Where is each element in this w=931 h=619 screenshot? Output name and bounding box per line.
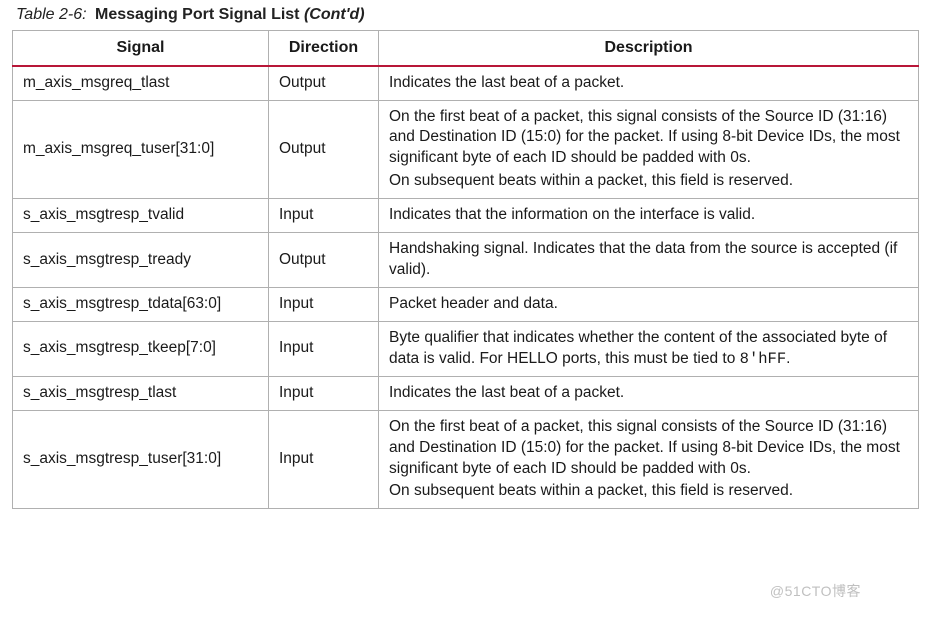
page: Table 2-6: Messaging Port Signal List (C… [0,0,931,521]
cell-description: Indicates that the information on the in… [379,199,919,233]
table-row: s_axis_msgtresp_tdata[63:0]Input Packet h… [13,287,919,321]
signal-table: Signal Direction Description m_axis_msgr… [12,30,919,509]
table-row: s_axis_msgtresp_tkeep[7:0]InputByte qual… [13,321,919,376]
cell-description: Byte qualifier that indicates whether th… [379,321,919,376]
table-row: s_axis_msgtresp_tlastInput Indicates the … [13,376,919,410]
cell-direction: Output [269,100,379,199]
description-paragraph: On subsequent beats within a packet, thi… [389,481,908,502]
description-paragraph: Handshaking signal. Indicates that the d… [389,239,908,281]
cell-description: On the first beat of a packet, this sign… [379,410,919,509]
description-paragraph: On the first beat of a packet, this sign… [389,107,908,170]
table-body: m_axis_msgreq_tlastOutputIndicates the l… [13,66,919,509]
header-description: Description [379,31,919,66]
description-paragraph: Indicates the last beat of a packet. [389,73,908,94]
code-literal: 8'hFF [740,350,787,368]
table-row: s_axis_msgtresp_tuser[31:0]InputOn the f… [13,410,919,509]
table-contd: (Cont'd) [304,6,365,23]
description-paragraph: Packet header and data. [389,294,908,315]
cell-signal: s_axis_msgtresp_tkeep[7:0] [13,321,269,376]
table-row: s_axis_msgtresp_tvalidInput Indicates tha… [13,199,919,233]
table-label: Table 2-6: [16,6,87,23]
table-header-row: Signal Direction Description [13,31,919,66]
table-title: Messaging Port Signal List [95,6,299,23]
table-row: m_axis_msgreq_tlastOutput Indicates the l… [13,66,919,100]
cell-direction: Input [269,410,379,509]
description-paragraph: On subsequent beats within a packet, thi… [389,171,908,192]
cell-direction: Input [269,376,379,410]
cell-direction: Input [269,321,379,376]
table-caption: Table 2-6: Messaging Port Signal List (C… [16,6,919,24]
table-row: m_axis_msgreq_tuser[31:0]OutputOn the fi… [13,100,919,199]
cell-direction: Output [269,233,379,288]
cell-direction: Input [269,287,379,321]
cell-description: Indicates the last beat of a packet. [379,66,919,100]
header-signal: Signal [13,31,269,66]
description-paragraph: Indicates the last beat of a packet. [389,383,908,404]
cell-direction: Output [269,66,379,100]
table-row: s_axis_msgtresp_treadyOutputHandshaking … [13,233,919,288]
cell-signal: s_axis_msgtresp_tdata[63:0] [13,287,269,321]
cell-description: Indicates the last beat of a packet. [379,376,919,410]
cell-direction: Input [269,199,379,233]
cell-signal: m_axis_msgreq_tuser[31:0] [13,100,269,199]
description-paragraph: Indicates that the information on the in… [389,205,908,226]
cell-description: Packet header and data. [379,287,919,321]
cell-signal: s_axis_msgtresp_tvalid [13,199,269,233]
cell-description: On the first beat of a packet, this sign… [379,100,919,199]
cell-description: Handshaking signal. Indicates that the d… [379,233,919,288]
cell-signal: s_axis_msgtresp_tlast [13,376,269,410]
watermark: @51CTO博客 [770,581,861,601]
header-direction: Direction [269,31,379,66]
cell-signal: s_axis_msgtresp_tready [13,233,269,288]
cell-signal: s_axis_msgtresp_tuser[31:0] [13,410,269,509]
cell-signal: m_axis_msgreq_tlast [13,66,269,100]
description-paragraph: Byte qualifier that indicates whether th… [389,328,908,370]
description-paragraph: On the first beat of a packet, this sign… [389,417,908,480]
